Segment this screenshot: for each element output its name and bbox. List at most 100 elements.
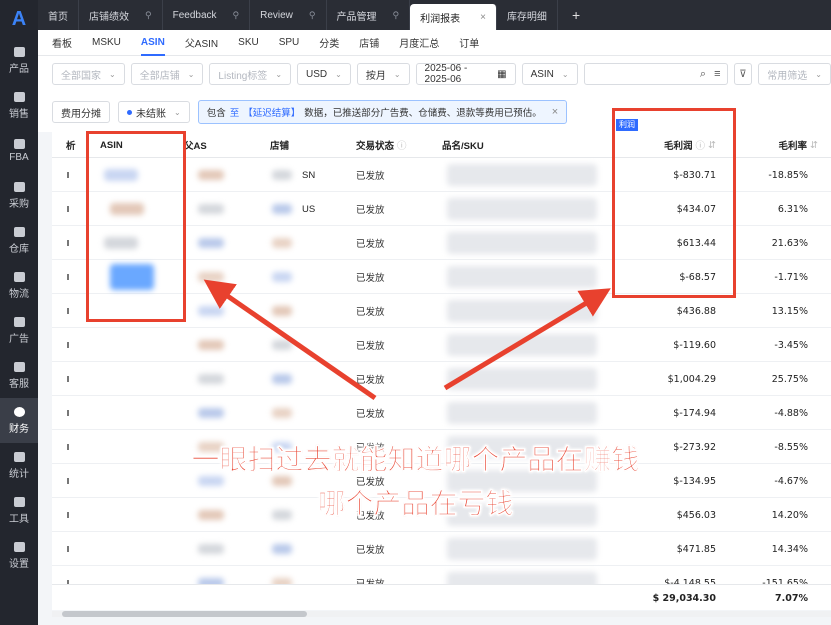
- search-icon[interactable]: ⌕: [700, 68, 706, 81]
- tab-label: 产品管理: [336, 11, 377, 23]
- select-value: 全部店铺: [139, 70, 180, 82]
- col-product[interactable]: 品名/SKU: [442, 132, 484, 158]
- subtab-spu[interactable]: SPU: [279, 30, 300, 56]
- close-icon[interactable]: ×: [480, 12, 486, 23]
- status-cell: 已发放: [356, 409, 385, 420]
- nav-item-ads[interactable]: 广告: [0, 308, 38, 353]
- date-range-picker[interactable]: 2025-06 - 2025-06 ▦: [415, 63, 516, 85]
- listing-tag-select[interactable]: Listing标签 ⌄: [209, 63, 292, 85]
- batch-search-icon[interactable]: ≡: [714, 68, 720, 80]
- gross-margin-cell: 6.31%: [777, 203, 808, 215]
- row-marker: [67, 410, 69, 416]
- notice-highlight[interactable]: 【延迟结算】: [243, 105, 300, 119]
- subtab-dashboard[interactable]: 看板: [52, 30, 72, 56]
- common-filter-select[interactable]: 常用筛选 ⌄: [758, 63, 831, 85]
- sort-icon[interactable]: ⇵: [810, 140, 818, 151]
- gross-margin-cell: -3.45%: [774, 339, 808, 351]
- subtab-sku[interactable]: SKU: [238, 30, 259, 56]
- status-cell: 已发放: [356, 171, 385, 182]
- nav-item-fba[interactable]: FBA: [0, 128, 38, 173]
- tab-profit-report[interactable]: 利润报表 ×: [410, 4, 497, 30]
- gross-margin-cell: 14.34%: [771, 543, 808, 555]
- parent-asin-blur: [198, 374, 224, 384]
- nav-label: 广告: [9, 333, 29, 345]
- tab-store-performance[interactable]: 店铺绩效 ⚲: [79, 0, 163, 30]
- pin-icon[interactable]: ⚲: [309, 10, 316, 21]
- currency-select[interactable]: USD ⌄: [297, 63, 351, 85]
- col-status[interactable]: 交易状态 ⓘ: [356, 132, 407, 158]
- nav-item-sales[interactable]: 销售: [0, 83, 38, 128]
- subtab-msku[interactable]: MSKU: [92, 30, 121, 56]
- select-value: Listing标签: [218, 70, 268, 82]
- info-icon[interactable]: ⓘ: [397, 138, 407, 152]
- store-select[interactable]: 全部店铺 ⌄: [130, 63, 204, 85]
- select-value: ASIN: [530, 68, 554, 80]
- notice-link[interactable]: 至: [230, 105, 240, 119]
- gross-margin-cell: 13.15%: [771, 305, 808, 317]
- tab-product-management[interactable]: 产品管理 ⚲: [327, 0, 411, 30]
- pin-icon[interactable]: ⚲: [145, 10, 152, 21]
- col-gross-margin[interactable]: 毛利率 ⇵: [742, 132, 818, 158]
- tab-review[interactable]: Review ⚲: [250, 0, 327, 30]
- table-row[interactable]: 已发放 $-174.94 -4.88%: [52, 396, 831, 430]
- period-select[interactable]: 按月 ⌄: [356, 63, 410, 85]
- annotation-line-1: 一眼扫过去就能知道哪个产品在赚钱: [191, 443, 640, 477]
- total-gross-margin: 7.07%: [775, 592, 808, 604]
- parent-asin-blur: [198, 204, 224, 214]
- nav-item-service[interactable]: 客服: [0, 353, 38, 398]
- warehouse-icon: [13, 138, 25, 149]
- nav-label: 销售: [9, 108, 29, 120]
- nav-item-purchase[interactable]: 采购: [0, 173, 38, 218]
- col-parent-asin[interactable]: 父AS: [184, 132, 207, 158]
- filter-icon[interactable]: ⊽: [733, 63, 753, 85]
- table-row[interactable]: 已发放 $471.85 14.34%: [52, 532, 831, 566]
- nav-item-settings[interactable]: 设置: [0, 533, 38, 578]
- select-value: 未结账: [136, 108, 166, 120]
- notice-prefix: 包含: [206, 108, 226, 119]
- notice-text: 数据，已推送部分广告费、仓储费、退款等费用已预估。: [304, 108, 542, 119]
- status-cell: 已发放: [356, 545, 385, 556]
- close-icon[interactable]: ×: [552, 106, 558, 118]
- subtab-category[interactable]: 分类: [319, 30, 339, 56]
- tab-home[interactable]: 首页: [38, 0, 79, 30]
- subtab-parent-asin[interactable]: 父ASIN: [185, 30, 218, 56]
- fee-split-button[interactable]: 费用分摊: [52, 101, 110, 123]
- table-row[interactable]: 已发放 $-119.60 -3.45%: [52, 328, 831, 362]
- search-input[interactable]: ⌕ ≡: [583, 63, 728, 85]
- tab-feedback[interactable]: Feedback ⚲: [163, 0, 251, 30]
- country-select[interactable]: 全部国家 ⌄: [52, 63, 125, 85]
- pin-icon[interactable]: ⚲: [233, 10, 240, 21]
- horizontal-scrollbar-thumb[interactable]: [62, 611, 307, 617]
- parent-asin-blur: [198, 408, 224, 418]
- select-value: 全部国家: [61, 70, 101, 82]
- subtab-store[interactable]: 店铺: [359, 30, 379, 56]
- product-name-blur: [447, 300, 597, 322]
- parent-asin-blur: [198, 272, 224, 282]
- gross-margin-cell: 21.63%: [771, 237, 808, 249]
- subtab-orders[interactable]: 订单: [459, 30, 479, 56]
- subtab-monthly-summary[interactable]: 月度汇总: [399, 30, 439, 56]
- finance-icon: [13, 406, 25, 417]
- tab-label: 利润报表: [420, 13, 461, 25]
- col-store[interactable]: 店铺: [270, 132, 289, 158]
- row-marker: [67, 376, 69, 382]
- product-name-blur: [447, 266, 597, 288]
- nav-label: 仓库: [9, 243, 29, 255]
- nav-item-warehouse[interactable]: 仓库: [0, 218, 38, 263]
- info-notice: 包含 至 【延迟结算】 数据，已推送部分广告费、仓储费、退款等费用已预估。 ×: [197, 100, 568, 124]
- nav-item-product[interactable]: 产品: [0, 38, 38, 83]
- nav-item-logistics[interactable]: 物流: [0, 263, 38, 308]
- pin-icon[interactable]: ⚲: [393, 10, 400, 21]
- app-window: A 产品 销售 FBA 采购 仓库 物流 广告 客服 财务 统计 工具 设置 首…: [0, 0, 831, 625]
- subtab-asin[interactable]: ASIN: [140, 30, 165, 56]
- row-marker: [67, 172, 69, 178]
- store-cell: US: [302, 203, 316, 215]
- tab-label: Review: [260, 9, 293, 21]
- search-type-select[interactable]: ASIN ⌄: [521, 63, 578, 85]
- product-name-blur: [447, 164, 597, 186]
- add-tab-icon[interactable]: +: [562, 0, 590, 30]
- nav-item-finance[interactable]: 财务: [0, 398, 38, 443]
- tab-inventory-detail[interactable]: 库存明细: [497, 0, 558, 30]
- settle-status-select[interactable]: 未结账 ⌄: [118, 101, 190, 123]
- table-row[interactable]: 已发放 $1,004.29 25.75%: [52, 362, 831, 396]
